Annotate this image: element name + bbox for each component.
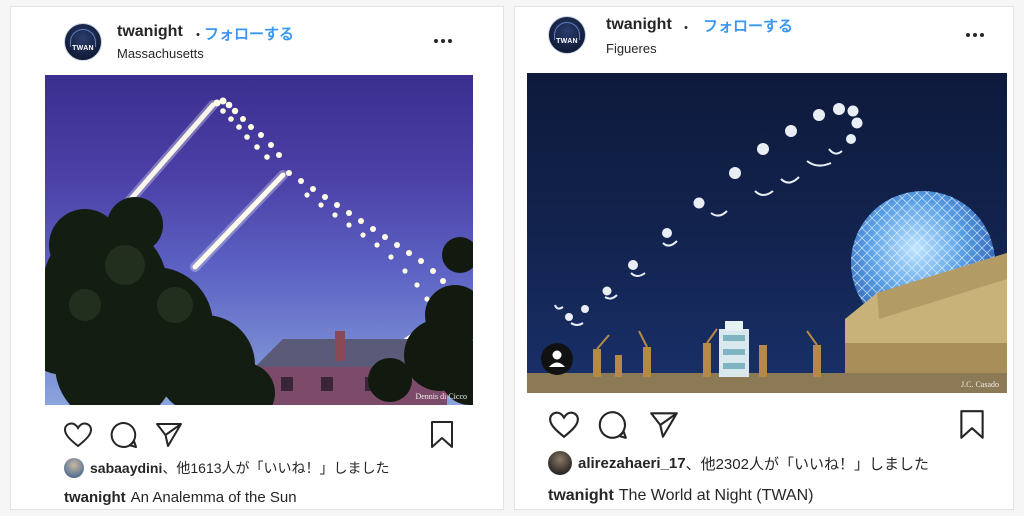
more-icon[interactable]	[431, 35, 455, 47]
eclipse-scene	[527, 103, 1007, 393]
caption-username[interactable]: twanight	[548, 487, 614, 504]
username[interactable]: twanight	[606, 16, 672, 34]
user-tag-icon[interactable]	[541, 343, 573, 375]
bookmark-icon[interactable]	[428, 419, 456, 451]
caption-text: The World at Night (TWAN)	[618, 487, 814, 504]
location-link[interactable]: Massachusetts	[117, 46, 204, 61]
avatar-logo-text: TWAN	[72, 45, 94, 52]
post-header: TWAN twanight ・ フォローする Massachusetts	[11, 7, 503, 71]
post-caption: twanight An Analemma of the Sun	[64, 489, 297, 506]
separator-dot: ・	[191, 27, 205, 43]
more-icon[interactable]	[963, 29, 987, 41]
photo-credit: J.C. Casado	[961, 380, 999, 389]
liker-username[interactable]: sabaaydini	[90, 460, 162, 476]
post-header: TWAN twanight ・ フォローする Figueres	[515, 7, 1013, 71]
share-icon[interactable]	[648, 409, 680, 441]
post-card: TWAN twanight ・ フォローする Figueres J.C. Cas…	[514, 6, 1014, 510]
profile-avatar[interactable]: TWAN	[64, 23, 102, 61]
comment-icon[interactable]	[109, 420, 139, 450]
avatar-logo-text: TWAN	[556, 38, 578, 45]
liker-avatar[interactable]	[64, 458, 84, 478]
post-photo[interactable]: Dennis di Cicco	[45, 75, 473, 405]
post-caption: twanight The World at Night (TWAN)	[548, 487, 813, 505]
post-card: TWAN twanight ・ フォローする Massachusetts Den…	[10, 6, 504, 510]
bookmark-icon[interactable]	[957, 408, 987, 442]
share-icon[interactable]	[154, 420, 184, 450]
caption-username[interactable]: twanight	[64, 489, 126, 506]
heart-icon[interactable]	[63, 421, 93, 449]
comment-icon[interactable]	[597, 409, 629, 441]
post-photo[interactable]: J.C. Casado	[527, 73, 1007, 393]
photo-credit: Dennis di Cicco	[415, 392, 467, 401]
separator-dot: ・	[679, 20, 693, 36]
likes-row: alirezahaeri_17 、他2302人が「いいね！」しました	[548, 451, 929, 475]
profile-avatar[interactable]: TWAN	[548, 16, 586, 54]
analemma-scene	[45, 97, 473, 405]
location-link[interactable]: Figueres	[606, 41, 657, 56]
follow-button[interactable]: フォローする	[204, 23, 294, 44]
likes-count-text[interactable]: 、他2302人が「いいね！」しました	[686, 453, 929, 474]
follow-button[interactable]: フォローする	[703, 15, 793, 36]
likes-row: sabaaydini 、他1613人が「いいね！」しました	[64, 458, 390, 478]
username[interactable]: twanight	[117, 23, 183, 41]
liker-username[interactable]: alirezahaeri_17	[578, 455, 686, 472]
caption-text: An Analemma of the Sun	[130, 489, 297, 506]
user-tag-glyph	[549, 350, 565, 367]
heart-icon[interactable]	[548, 410, 580, 440]
liker-avatar[interactable]	[548, 451, 572, 475]
likes-count-text[interactable]: 、他1613人が「いいね！」しました	[162, 458, 389, 478]
